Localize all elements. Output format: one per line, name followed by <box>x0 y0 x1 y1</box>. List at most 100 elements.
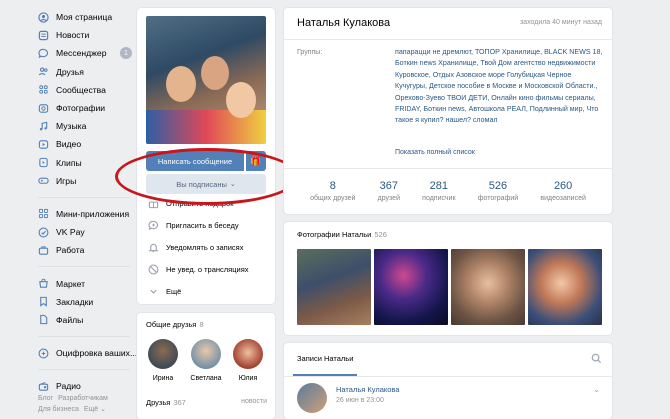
photo-thumbnail[interactable] <box>528 249 602 325</box>
gift-icon: 🎁 <box>250 155 262 166</box>
footer-more-link[interactable]: Ещё ⌄ <box>84 406 106 413</box>
tab-posts[interactable]: Записи Натальи <box>297 354 353 363</box>
stat-friends[interactable]: 367 друзей <box>378 180 400 202</box>
stat-number: 367 <box>379 180 398 192</box>
market-icon <box>38 278 49 289</box>
nav-label: Сообщества <box>56 84 106 95</box>
radio-icon <box>38 381 49 392</box>
search-icon[interactable] <box>591 353 602 364</box>
action-notify-posts[interactable]: Уведомлять о записях <box>148 242 244 253</box>
action-send-gift[interactable]: Отправить подарок <box>148 198 234 209</box>
nav-item-communities[interactable]: Сообщества <box>38 81 138 99</box>
stat-videos[interactable]: 260 видеозаписей <box>540 180 586 202</box>
stat-followers[interactable]: 281 подписчик <box>422 180 455 202</box>
messenger-icon <box>38 48 49 59</box>
nav-label: Маркет <box>56 278 86 289</box>
divider <box>284 376 612 377</box>
mutual-friends-title[interactable]: Общие друзья 8 <box>146 320 204 329</box>
groups-list[interactable]: папарацци не дремлют, ТОПОР Хранилище, B… <box>395 47 603 127</box>
clips-icon <box>38 157 49 168</box>
friends-icon <box>38 66 49 77</box>
stat-label: общих друзей <box>310 195 356 202</box>
unread-badge: 1 <box>120 47 132 60</box>
nav-item-games[interactable]: Игры <box>38 172 138 190</box>
footer-blog-link[interactable]: Блог <box>38 395 53 402</box>
bell-icon <box>148 242 159 253</box>
nav-label: Музыка <box>56 121 87 132</box>
gift-icon <box>148 198 159 209</box>
photos-title[interactable]: Фотографии Натальи 526 <box>297 230 387 239</box>
stat-label: фотографий <box>477 195 519 202</box>
action-more[interactable]: Ещё <box>148 286 181 297</box>
nav-item-friends[interactable]: Друзья <box>38 63 138 81</box>
action-no-stream-notify[interactable]: Не увед. о трансляциях <box>148 264 249 275</box>
stat-mutual-friends[interactable]: 8 общих друзей <box>310 180 355 202</box>
avatar <box>233 339 263 369</box>
subscribed-label: Вы подписаны <box>176 179 227 189</box>
profile-photo-card: Написать сообщение 🎁 Вы подписаны ⌄ Отпр… <box>137 8 275 304</box>
nav-label: Работа <box>56 245 85 256</box>
friend-item[interactable]: Светлана <box>186 339 226 382</box>
chat-add-icon <box>148 220 159 231</box>
profile-avatar[interactable] <box>146 16 266 144</box>
photo-thumbnail[interactable] <box>297 249 371 325</box>
photo-thumbnail[interactable] <box>451 249 525 325</box>
photo-thumbnail[interactable] <box>374 249 448 325</box>
friend-name: Юлия <box>238 375 258 382</box>
nav-item-music[interactable]: Музыка <box>38 117 138 135</box>
nav-item-photos[interactable]: Фотографии <box>38 99 138 117</box>
nav-item-files[interactable]: Файлы <box>38 311 138 329</box>
footer-business-link[interactable]: Для бизнеса <box>38 406 79 413</box>
subscribed-button[interactable]: Вы подписаны ⌄ <box>146 174 266 194</box>
nav-item-clips[interactable]: Клипы <box>38 154 138 172</box>
nav-item-my-page[interactable]: Моя страница <box>38 8 138 26</box>
footer-devs-link[interactable]: Разработчикам <box>58 395 108 402</box>
nav-divider <box>38 336 130 337</box>
nav-divider <box>38 266 130 268</box>
gift-button[interactable]: 🎁 <box>246 151 266 171</box>
action-label: Не увед. о трансляциях <box>166 265 249 274</box>
nav-item-messenger[interactable]: Мессенджер 1 <box>38 44 138 62</box>
action-label: Отправить подарок <box>166 199 234 208</box>
nav-label: Видео <box>56 139 82 150</box>
nav-item-market[interactable]: Маркет <box>38 274 138 292</box>
bookmarks-icon <box>38 296 49 307</box>
nav-label: Закладки <box>56 296 94 307</box>
friend-item[interactable]: Ирина <box>143 339 183 382</box>
last-seen-status: заходила 40 минут назад <box>519 19 602 26</box>
nav-item-digitize[interactable]: Оцифровка ваших... <box>38 344 138 362</box>
nav-item-news[interactable]: Новости <box>38 26 138 44</box>
mutual-friends-count: 8 <box>199 320 204 329</box>
post-author[interactable]: Наталья Кулакова <box>336 385 399 394</box>
news-icon <box>38 30 49 41</box>
nav-item-work[interactable]: Работа <box>38 241 138 259</box>
show-full-list-link[interactable]: Показать полный список <box>395 149 475 156</box>
nav-label: VK Pay <box>56 227 85 238</box>
chevron-down-icon[interactable]: ⌄ <box>593 385 600 394</box>
chevron-down-icon: ⌄ <box>229 181 236 188</box>
stat-label: видеозаписей <box>540 195 586 202</box>
nav-item-bookmarks[interactable]: Закладки <box>38 293 138 311</box>
files-icon <box>38 314 49 325</box>
send-message-button[interactable]: Написать сообщение <box>146 151 244 171</box>
post-date[interactable]: 26 июн в 23:00 <box>336 397 384 404</box>
friend-item[interactable]: Юлия <box>228 339 268 382</box>
nav-item-vk-pay[interactable]: VK Pay <box>38 223 138 241</box>
stat-number: 526 <box>488 180 508 192</box>
profile-stats: 8 общих друзей 367 друзей 281 подписчик 526… <box>284 180 612 202</box>
action-invite-chat[interactable]: Пригласить в беседу <box>148 220 239 231</box>
nav-item-video[interactable]: Видео <box>38 135 138 153</box>
friends-title[interactable]: Друзья 367 <box>146 398 186 407</box>
stat-photos[interactable]: 526 фотографий <box>478 180 518 202</box>
nav-item-mini-apps[interactable]: Мини-приложения <box>38 205 138 223</box>
friends-news-link[interactable]: новости <box>241 398 267 405</box>
friend-name: Светлана <box>190 375 222 382</box>
friends-label: Друзья <box>146 398 171 407</box>
nav-label: Моя страница <box>56 12 113 23</box>
photos-icon <box>38 103 49 114</box>
avatar <box>191 339 221 369</box>
mutual-friends-label: Общие друзья <box>146 320 197 329</box>
work-icon <box>38 245 49 256</box>
avatar[interactable] <box>297 383 327 413</box>
nav-label: Мини-приложения <box>56 208 130 219</box>
